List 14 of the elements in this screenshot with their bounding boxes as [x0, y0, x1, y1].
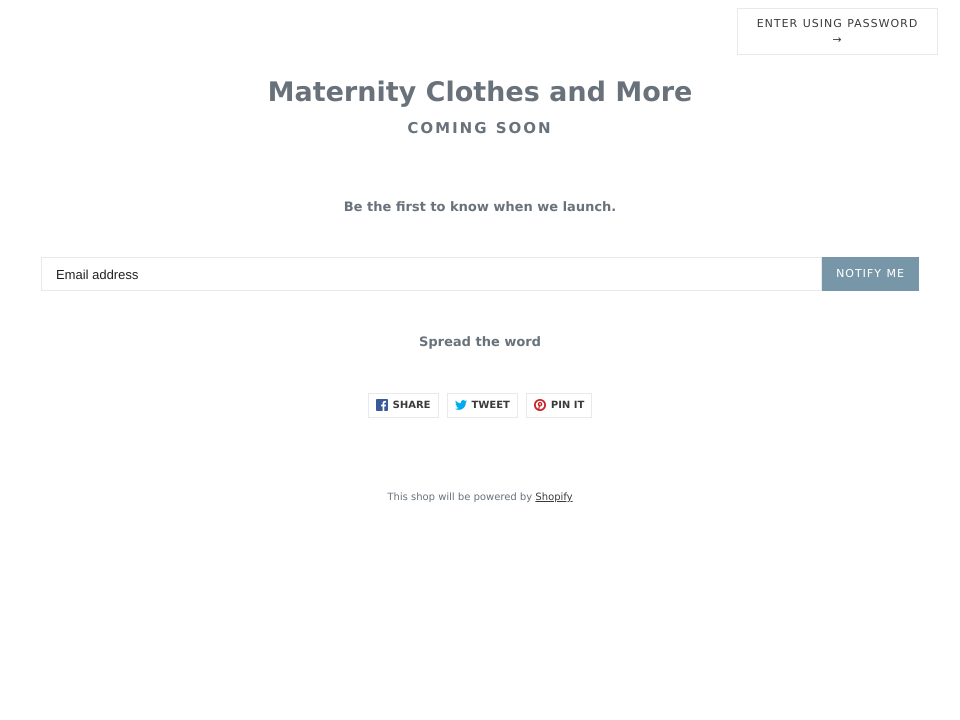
intro-text: Be the first to know when we launch.	[342, 198, 618, 217]
twitter-icon	[454, 399, 467, 412]
facebook-icon	[376, 399, 388, 412]
footer-text: This shop will be powered by Shopify	[386, 490, 574, 505]
subtitle: COMING SOON	[406, 118, 554, 140]
email-field[interactable]: Email address	[41, 257, 822, 292]
share-button[interactable]: SHARE	[368, 392, 439, 418]
pinterest-icon	[534, 399, 546, 412]
shopify-link[interactable]: Shopify	[535, 492, 573, 503]
share-heading: Spread the word	[418, 334, 542, 352]
share-button[interactable]: TWEET	[446, 392, 518, 418]
enter-password-button[interactable]: ENTER USING PASSWORD →	[737, 8, 938, 55]
shop-title: Maternity Clothes and More	[266, 77, 694, 110]
share-button[interactable]: PIN IT	[526, 392, 592, 418]
